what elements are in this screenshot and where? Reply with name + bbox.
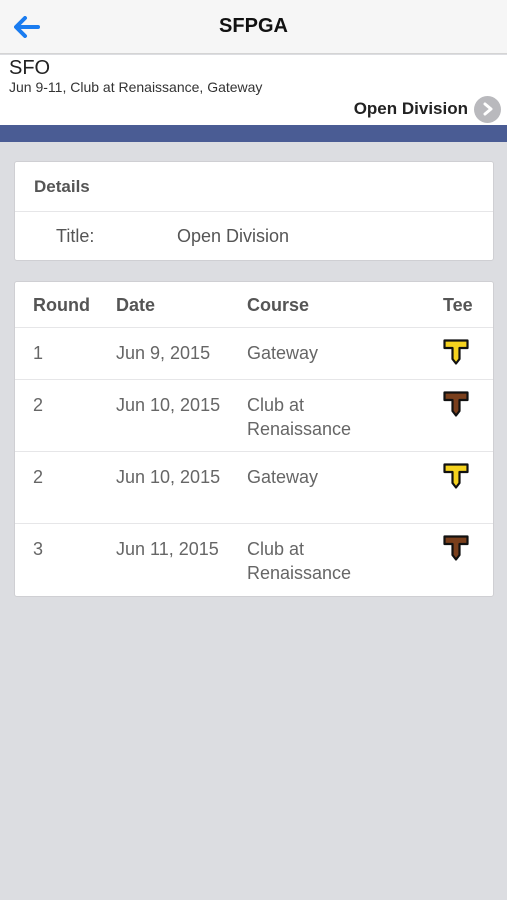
navigation-bar: SFPGA [0, 0, 507, 54]
details-title-row: Title: Open Division [15, 212, 493, 261]
column-header-round: Round [33, 295, 90, 315]
table-header-row: Round Date Course Tee [15, 282, 493, 328]
column-header-tee: Tee [443, 295, 473, 315]
date-cell: Jun 10, 2015 [116, 395, 221, 415]
event-header: SFO Jun 9-11, Club at Renaissance, Gatew… [0, 55, 507, 125]
table-row[interactable]: 3 Jun 11, 2015 Club at Renaissance [15, 524, 493, 596]
table-row[interactable]: 2 Jun 10, 2015 Gateway [15, 452, 493, 524]
event-code: SFO [9, 57, 51, 79]
date-cell: Jun 10, 2015 [116, 467, 221, 487]
column-header-date: Date [116, 295, 156, 315]
event-subtitle: Jun 9-11, Club at Renaissance, Gateway [9, 79, 263, 95]
yellow-tee-icon [443, 339, 469, 371]
round-cell: 3 [33, 539, 44, 559]
course-cell: Gateway [247, 467, 319, 487]
round-cell: 1 [33, 343, 44, 363]
round-cell: 2 [33, 395, 44, 415]
chevron-right-icon[interactable] [474, 95, 501, 123]
date-cell: Jun 11, 2015 [116, 539, 219, 559]
division-link[interactable]: Open Division [354, 95, 501, 123]
column-header-course: Course [247, 295, 310, 315]
details-title-value: Open Division [177, 226, 290, 246]
course-cell: Club at Renaissance [247, 395, 352, 439]
rounds-table: Round Date Course Tee 1 Jun 9, 2015 Gate… [14, 281, 494, 597]
table-row[interactable]: 2 Jun 10, 2015 Club at Renaissance [15, 380, 493, 452]
brown-tee-icon [443, 535, 469, 567]
table-row[interactable]: 1 Jun 9, 2015 Gateway [15, 328, 493, 380]
date-cell: Jun 9, 2015 [116, 343, 211, 363]
round-cell: 2 [33, 467, 44, 487]
details-heading: Details [15, 162, 493, 212]
nav-title: SFPGA [219, 15, 288, 37]
yellow-tee-icon [443, 463, 469, 495]
header-divider-bar [0, 125, 507, 142]
division-label[interactable]: Open Division [354, 99, 468, 119]
course-cell: Gateway [247, 343, 319, 363]
course-cell: Club at Renaissance [247, 539, 352, 583]
brown-tee-icon [443, 391, 469, 423]
details-card: Details Title: Open Division [14, 161, 494, 261]
details-title-key: Title: [56, 226, 95, 246]
